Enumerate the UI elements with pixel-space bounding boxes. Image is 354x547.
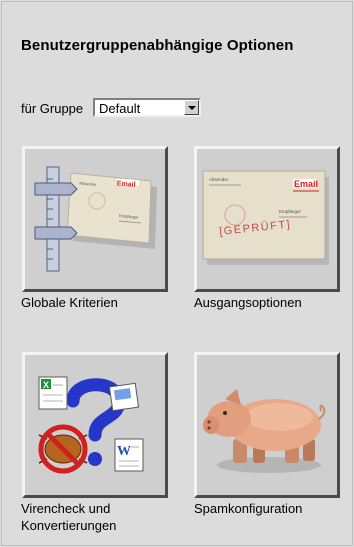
svg-text:Email: Email [117, 180, 136, 188]
tile-spamkonfiguration[interactable] [194, 352, 340, 498]
chevron-down-icon[interactable] [184, 100, 199, 115]
tile-globale-kriterien[interactable]: Email Absender Empfänger [22, 146, 168, 292]
caption-globale-kriterien[interactable]: Globale Kriterien [21, 294, 118, 311]
tile-ausgangsoptionen[interactable]: Absender Email [GEPRÜFT] Empfänger [194, 146, 340, 292]
group-select-value: Default [99, 101, 141, 116]
checked-envelope-icon: Absender Email [GEPRÜFT] Empfänger [197, 149, 337, 289]
svg-text:Empfänger: Empfänger [279, 209, 302, 214]
ruler-envelope-icon: Email Absender Empfänger [25, 149, 165, 289]
svg-text:W: W [117, 444, 131, 459]
group-select[interactable]: Default [93, 98, 201, 117]
caption-virencheck-line1: Virencheck und [21, 501, 111, 516]
caption-virencheck[interactable]: Virencheck und Konvertierungen [21, 500, 116, 534]
virus-conversion-icon: X W [25, 355, 165, 495]
svg-text:X: X [43, 380, 49, 390]
caption-ausgangsoptionen[interactable]: Ausgangsoptionen [194, 294, 302, 311]
pig-icon [197, 355, 337, 495]
group-label: für Gruppe [21, 101, 84, 116]
svg-text:Absender: Absender [209, 177, 229, 182]
caption-virencheck-line2: Konvertierungen [21, 518, 117, 533]
page-title: Benutzergruppenabhängige Optionen [21, 37, 294, 54]
svg-text:Email: Email [294, 179, 318, 189]
caption-spamkonfiguration[interactable]: Spamkonfiguration [194, 500, 302, 517]
tile-virencheck[interactable]: X W [22, 352, 168, 498]
